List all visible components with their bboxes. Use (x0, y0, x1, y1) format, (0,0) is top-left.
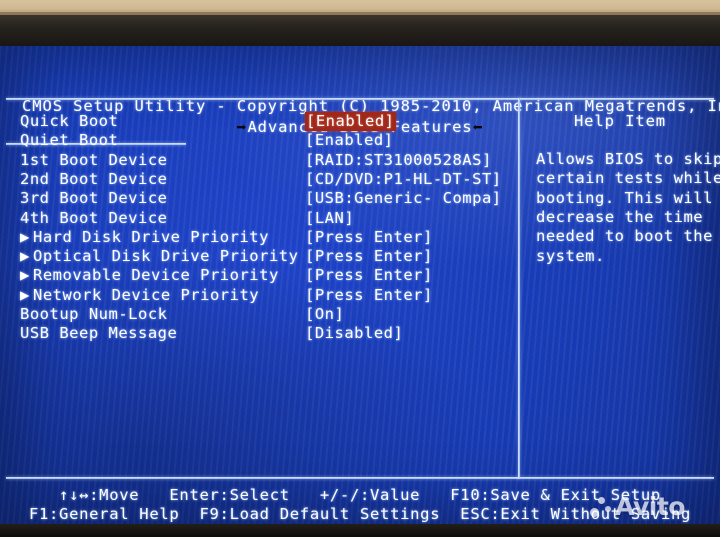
background-wall (0, 0, 720, 15)
setting-label-text: Hard Disk Drive Priority (33, 227, 269, 246)
setting-value[interactable]: [CD/DVD:P1-HL-DT-ST] (305, 170, 502, 189)
submenu-triangle-icon: ▶ (20, 247, 30, 266)
bios-screen: CMOS Setup Utility - Copyright (C) 1985-… (0, 46, 720, 524)
setting-value[interactable]: [Press Enter] (305, 228, 433, 247)
divider-bottom (6, 477, 714, 479)
setting-label-text: Removable Device Priority (33, 266, 279, 285)
setting-label[interactable]: 2nd Boot Device (20, 170, 167, 189)
submenu-triangle-icon: ▶ (20, 285, 30, 304)
setting-value-selected[interactable]: [Enabled] (305, 112, 396, 131)
setting-label[interactable]: Bootup Num-Lock (20, 305, 167, 324)
setting-value[interactable]: [Press Enter] (305, 266, 433, 285)
setting-label[interactable]: Quiet Boot (20, 131, 118, 150)
setting-label[interactable]: 3rd Boot Device (20, 189, 167, 208)
submenu-triangle-icon: ▶ (20, 266, 30, 285)
divider-vertical (518, 98, 520, 479)
photograph-of-monitor: CMOS Setup Utility - Copyright (C) 1985-… (0, 0, 720, 537)
help-text-line: system. (536, 246, 605, 265)
setting-value[interactable]: [RAID:ST31000528AS] (305, 151, 492, 170)
divider-top (6, 98, 714, 100)
submenu-triangle-icon: ▶ (20, 227, 30, 246)
setting-label[interactable]: 4th Boot Device (20, 209, 167, 228)
setting-value[interactable]: [Press Enter] (305, 247, 433, 266)
help-panel-title: Help Item (573, 112, 667, 130)
setting-label[interactable]: Quick Boot (20, 112, 118, 131)
setting-label[interactable]: USB Beep Message (20, 324, 177, 343)
avito-watermark: Avito (590, 494, 685, 519)
monitor-bezel-top (0, 15, 720, 46)
setting-value[interactable]: [Enabled] (305, 131, 394, 150)
setting-label-text: Network Device Priority (33, 285, 260, 304)
help-text-line: booting. This will (536, 188, 713, 207)
setting-label[interactable]: ▶ Optical Disk Drive Priority (20, 247, 298, 266)
monitor-bezel-bottom (0, 524, 720, 537)
setting-value[interactable]: [On] (305, 305, 344, 324)
setting-label[interactable]: ▶ Hard Disk Drive Priority (20, 228, 269, 247)
arrow-left-icon: ⬅ (472, 118, 484, 138)
setting-label[interactable]: ▶ Network Device Priority (20, 286, 259, 305)
help-text-line: decrease the time (536, 207, 704, 226)
avito-watermark-text: Avito (615, 492, 685, 521)
setting-value[interactable]: [LAN] (305, 209, 354, 228)
arrow-right-icon: ➡ (236, 118, 248, 138)
bios-content-layer: CMOS Setup Utility - Copyright (C) 1985-… (0, 46, 720, 524)
setting-value[interactable]: [Disabled] (305, 324, 403, 343)
help-text-line: needed to boot the (536, 227, 713, 246)
help-text-line: certain tests while (536, 169, 720, 188)
help-text-line: Allows BIOS to skip (536, 150, 720, 168)
setting-value[interactable]: [USB:Generic- Compa] (305, 189, 502, 208)
avito-logo-icon (590, 496, 612, 518)
setting-label-text: Optical Disk Drive Priority (33, 247, 299, 266)
setting-label[interactable]: 1st Boot Device (20, 151, 167, 170)
setting-label[interactable]: ▶ Removable Device Priority (20, 266, 279, 285)
setting-value[interactable]: [Press Enter] (305, 286, 433, 305)
